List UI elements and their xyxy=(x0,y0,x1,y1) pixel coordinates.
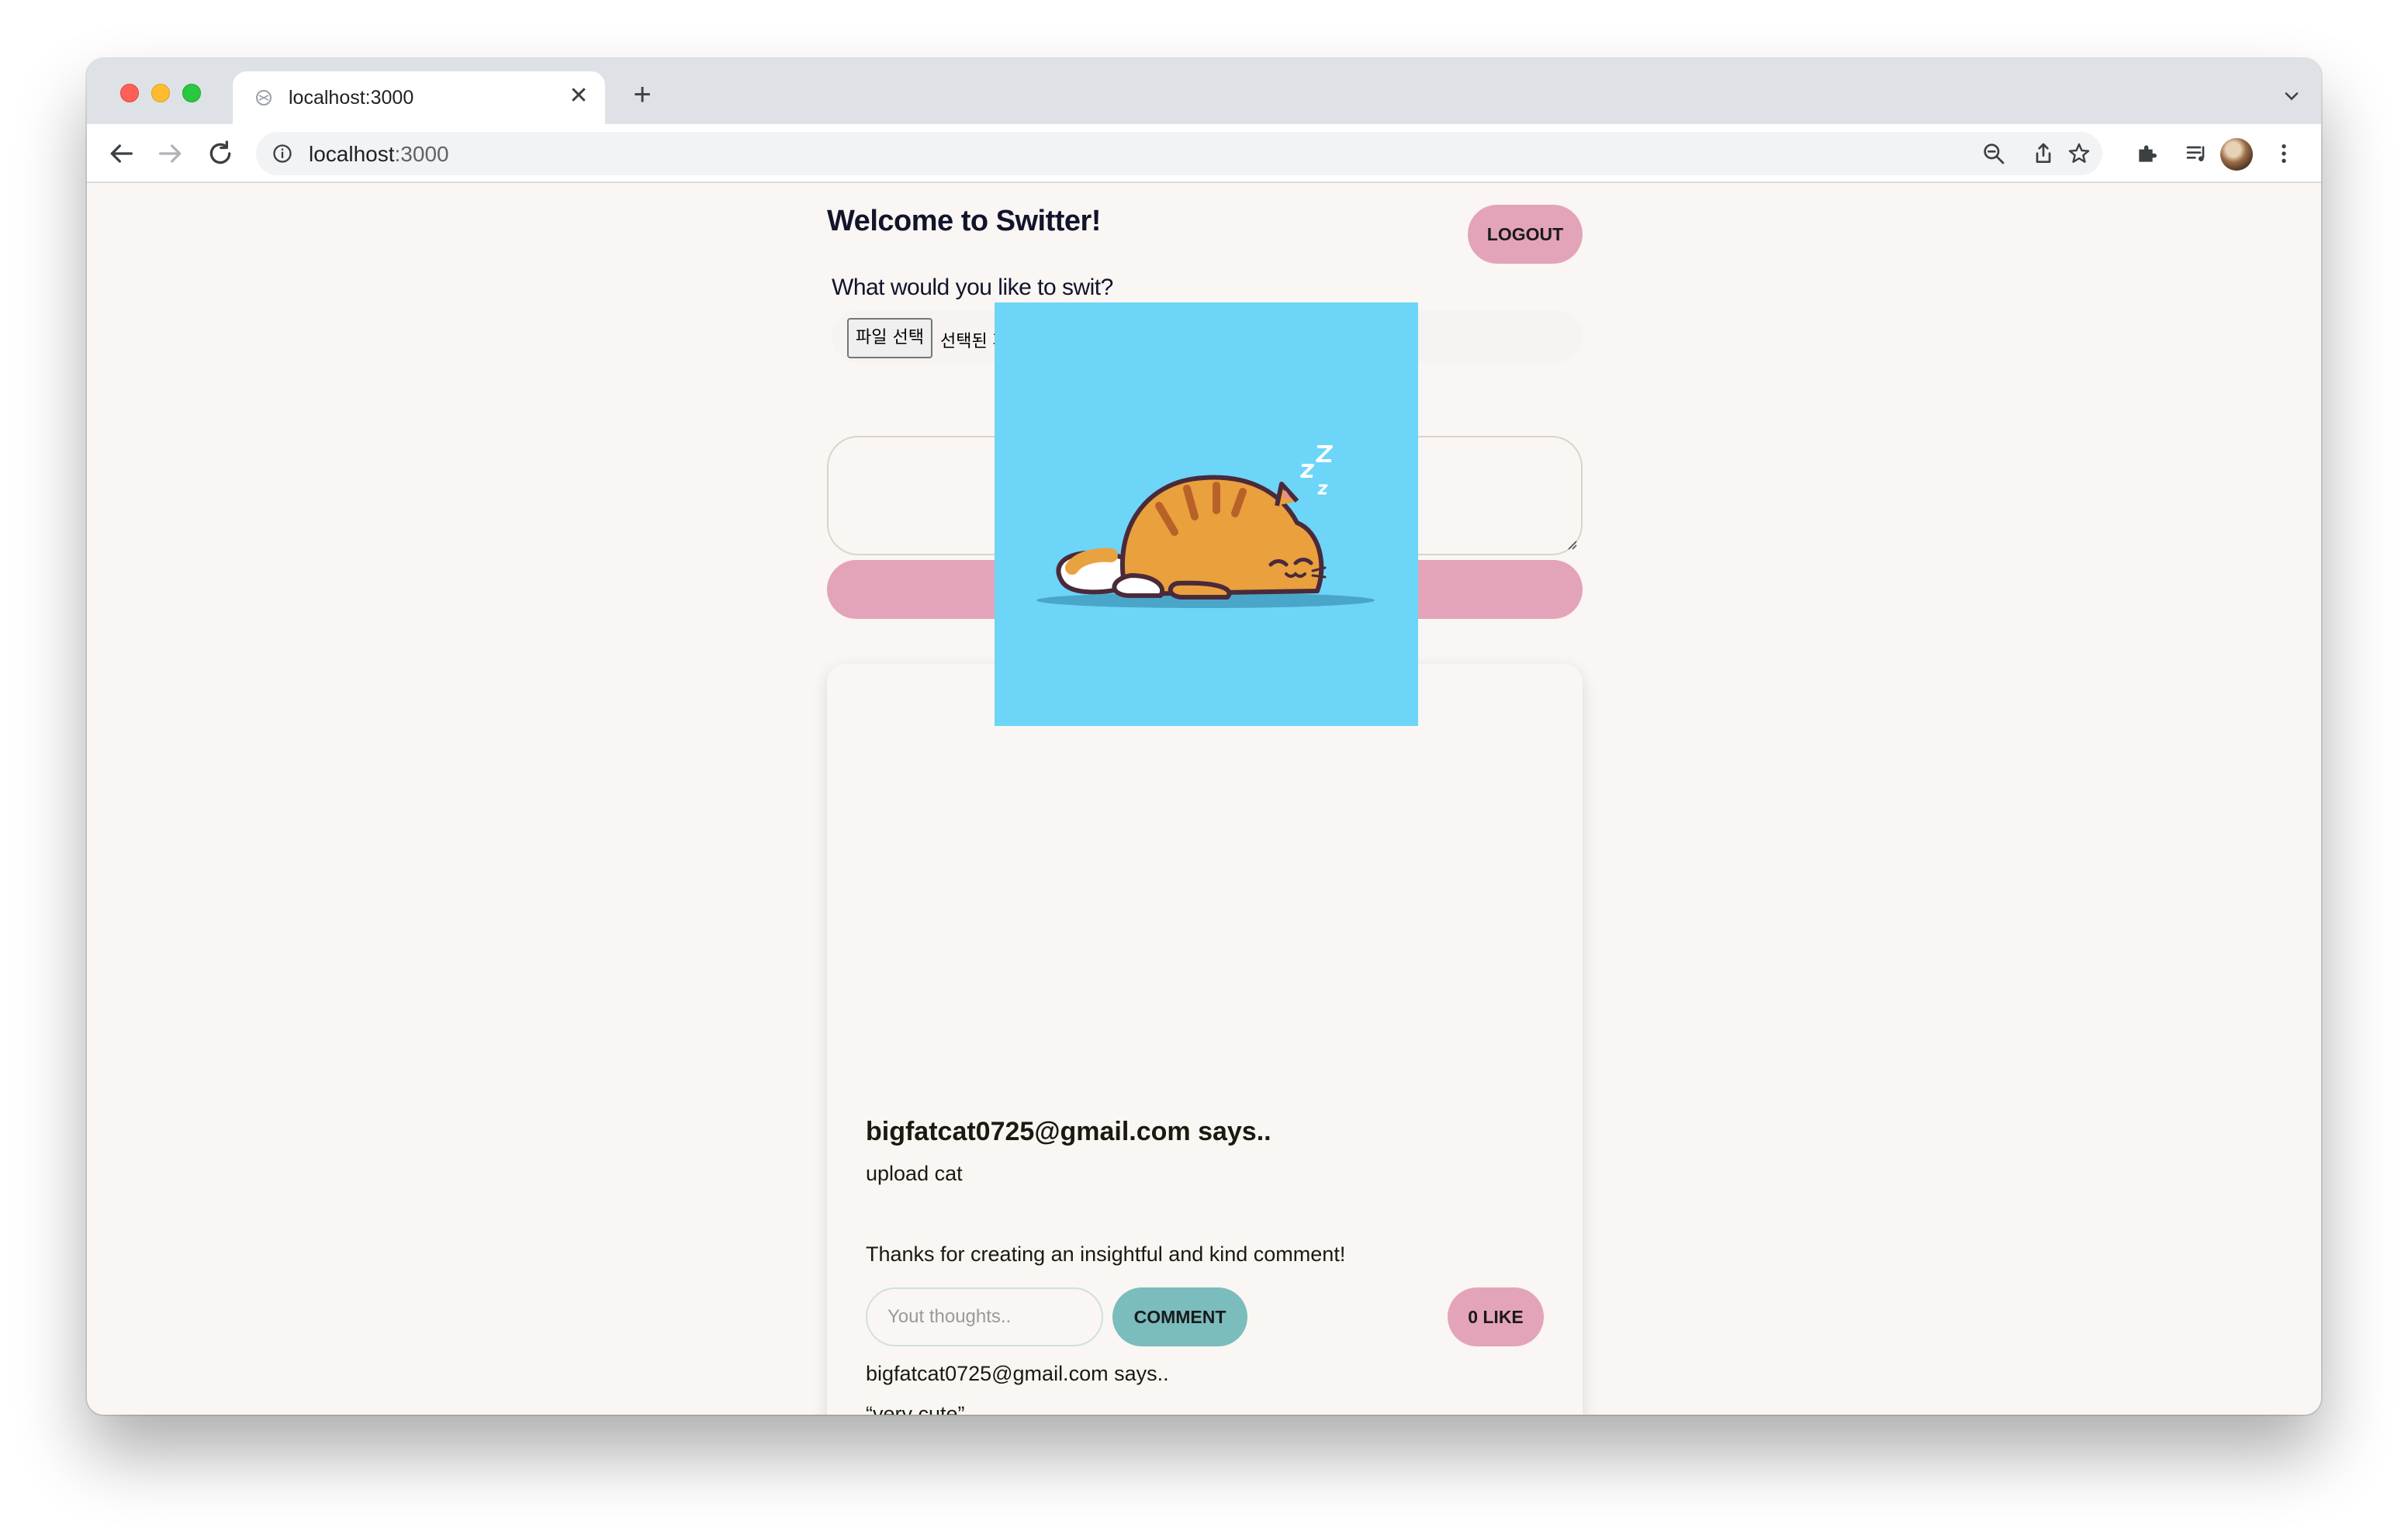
browser-toolbar: localhost:3000 xyxy=(87,124,2321,183)
browser-tab[interactable]: localhost:3000 ✕ xyxy=(233,71,605,124)
comment-author: bigfatcat0725@gmail.com says.. xyxy=(866,1362,1169,1385)
info-icon[interactable] xyxy=(272,143,293,164)
comment-thanks-message: Thanks for creating an insightful and ki… xyxy=(866,1242,1346,1266)
reload-icon[interactable] xyxy=(205,138,236,169)
extensions-puzzle-icon[interactable] xyxy=(2135,141,2160,166)
tab-close-icon[interactable]: ✕ xyxy=(566,84,591,109)
sleeping-cat-illustration xyxy=(1036,445,1375,608)
page-title: Welcome to Switter! xyxy=(827,205,1101,237)
post-image xyxy=(995,302,1418,726)
zoom-icon[interactable] xyxy=(1981,141,2006,166)
resize-grip-icon[interactable] xyxy=(1564,537,1578,551)
comment-button[interactable]: COMMENT xyxy=(1112,1287,1247,1346)
maximize-window-button[interactable] xyxy=(182,84,201,102)
tab-strip: localhost:3000 ✕ + xyxy=(87,59,2321,124)
url-text: localhost:3000 xyxy=(309,142,449,166)
star-icon[interactable] xyxy=(2067,141,2091,166)
media-queue-icon[interactable] xyxy=(2185,141,2209,166)
more-vertical-icon[interactable] xyxy=(2271,141,2296,166)
globe-icon xyxy=(256,90,272,105)
address-bar[interactable]: localhost:3000 xyxy=(256,132,2102,175)
choose-file-button[interactable]: 파일 선택 xyxy=(847,318,932,358)
post-author: bigfatcat0725@gmail.com says.. xyxy=(866,1117,1271,1146)
page-viewport: Welcome to Switter! LOGOUT What would yo… xyxy=(87,183,2321,1415)
browser-window: localhost:3000 ✕ + localhost:3000 Welcom… xyxy=(87,59,2321,1415)
minimize-window-button[interactable] xyxy=(151,84,170,102)
share-icon[interactable] xyxy=(2031,141,2056,166)
chevron-down-icon[interactable] xyxy=(2281,85,2302,107)
profile-avatar[interactable] xyxy=(2220,138,2253,171)
like-button[interactable]: 0 LIKE xyxy=(1448,1287,1544,1346)
forward-arrow-icon[interactable] xyxy=(155,138,186,169)
tab-title: localhost:3000 xyxy=(289,87,414,109)
close-window-button[interactable] xyxy=(120,84,139,102)
app-container: Welcome to Switter! LOGOUT What would yo… xyxy=(827,183,1583,1415)
new-tab-icon[interactable]: + xyxy=(627,79,658,112)
back-arrow-icon[interactable] xyxy=(106,138,137,169)
swit-prompt-label: What would you like to swit? xyxy=(832,275,1113,300)
comment-text: “very cute” xyxy=(866,1402,965,1415)
post-text: upload cat xyxy=(866,1162,963,1185)
logout-button[interactable]: LOGOUT xyxy=(1468,205,1583,264)
comment-input[interactable] xyxy=(866,1287,1103,1346)
